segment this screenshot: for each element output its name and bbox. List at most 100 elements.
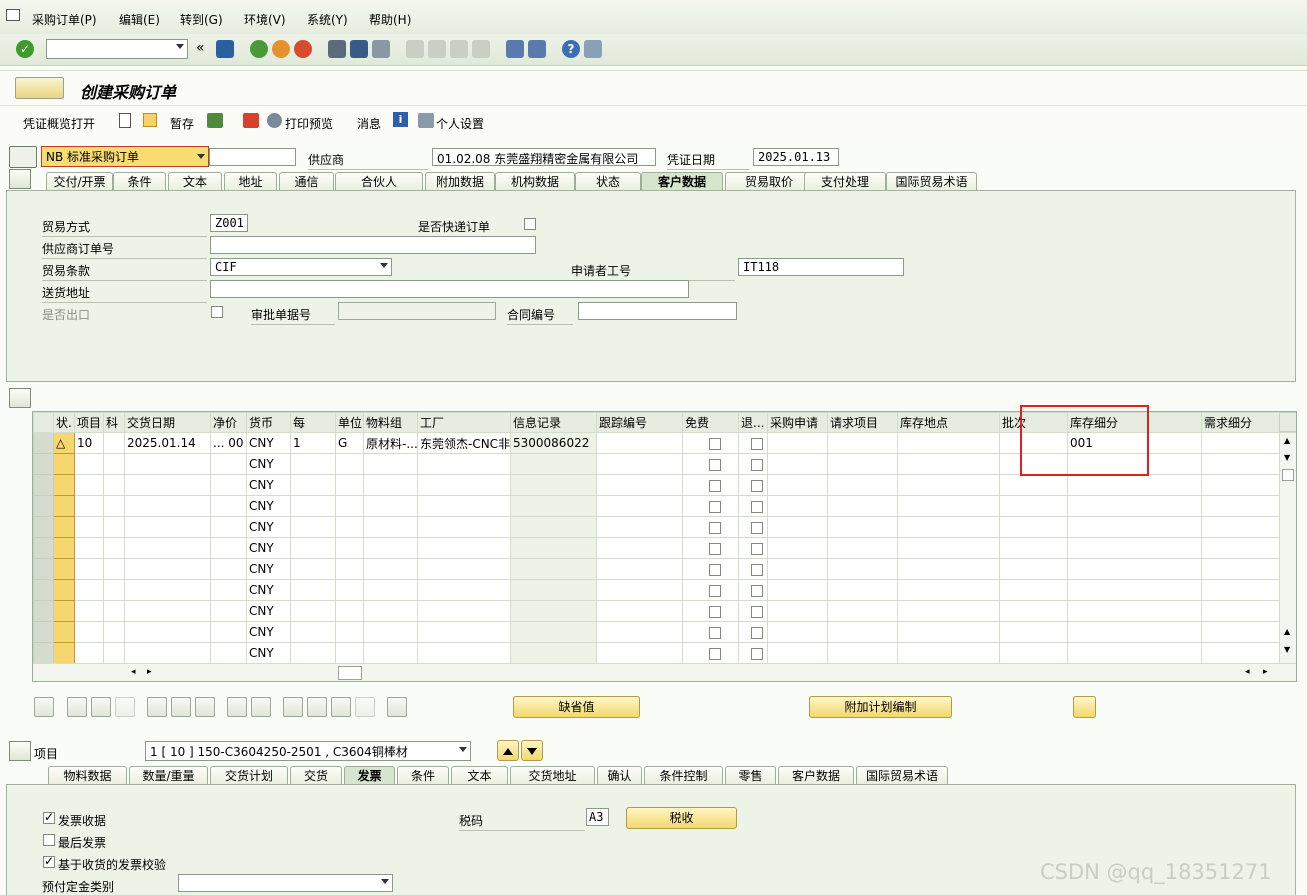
- grid-cell[interactable]: [124, 579, 211, 601]
- grid-cell[interactable]: [767, 621, 828, 643]
- settings-icon[interactable]: [387, 697, 407, 717]
- grid-cell[interactable]: [999, 537, 1068, 559]
- row-selector[interactable]: [33, 642, 54, 664]
- document-type-select[interactable]: NB 标准采购订单: [41, 146, 209, 167]
- grid-cell[interactable]: [417, 579, 511, 601]
- scroll-down-icon[interactable]: ▼: [1284, 645, 1290, 654]
- first-page-icon[interactable]: [406, 40, 424, 58]
- grid-cell[interactable]: [767, 579, 828, 601]
- document-overview-button[interactable]: 凭证概览打开: [23, 115, 95, 132]
- scroll-thumb[interactable]: [1282, 469, 1294, 481]
- free-item-checkbox[interactable]: [708, 542, 721, 555]
- grid-cell[interactable]: [596, 495, 683, 517]
- grid-cell[interactable]: CNY: [246, 453, 291, 475]
- column-header[interactable]: 工厂: [417, 412, 511, 433]
- status-cell[interactable]: △: [53, 432, 75, 454]
- grid-cell[interactable]: [290, 495, 336, 517]
- return-item-checkbox[interactable]: [751, 521, 763, 534]
- tab-header-7[interactable]: 机构数据: [495, 172, 575, 191]
- grid-cell[interactable]: 1: [290, 432, 336, 454]
- grid-cell[interactable]: [827, 495, 898, 517]
- column-header[interactable]: 请求项目: [827, 412, 898, 433]
- item-select[interactable]: 1 [ 10 ] 150-C3604250-2501 , C3604铜棒材: [145, 741, 471, 761]
- tab-item-4[interactable]: 发票: [344, 766, 395, 785]
- grid-cell[interactable]: [510, 579, 597, 601]
- tab-header-11[interactable]: 支付处理: [804, 172, 886, 191]
- grid-cell[interactable]: [999, 558, 1068, 580]
- collapse-icon[interactable]: «: [196, 40, 205, 56]
- item-details-icon[interactable]: [34, 697, 54, 717]
- status-cell[interactable]: [53, 579, 75, 601]
- return-item-checkbox[interactable]: [751, 647, 763, 660]
- grid-cell[interactable]: [74, 600, 104, 622]
- print-preview-button[interactable]: 打印预览: [285, 115, 333, 132]
- grid-cell[interactable]: [897, 537, 1000, 559]
- grid-cell[interactable]: [363, 474, 418, 496]
- exit-icon[interactable]: [272, 40, 290, 58]
- column-header[interactable]: 净价: [210, 412, 247, 433]
- back-icon[interactable]: [250, 40, 268, 58]
- grid-cell[interactable]: [767, 453, 828, 475]
- gr-based-iv-checkbox[interactable]: [43, 854, 55, 868]
- grid-cell[interactable]: [1067, 537, 1202, 559]
- vendor-field[interactable]: 01.02.08 东莞盛翔精密金属有限公司: [432, 148, 656, 166]
- grid-cell[interactable]: [596, 579, 683, 601]
- export-checkbox[interactable]: [211, 306, 223, 318]
- grid-cell[interactable]: [897, 579, 1000, 601]
- tax-button[interactable]: 税收: [626, 807, 737, 829]
- grid-cell[interactable]: [827, 579, 898, 601]
- cart-icon[interactable]: [9, 146, 37, 168]
- grid-cell[interactable]: [1067, 516, 1202, 538]
- free-item-checkbox[interactable]: [708, 437, 721, 450]
- tab-header-6[interactable]: 附加数据: [425, 172, 495, 191]
- grid-cell[interactable]: [210, 642, 247, 664]
- grid-cell[interactable]: [417, 453, 511, 475]
- grid-cell[interactable]: [1067, 600, 1202, 622]
- express-order-checkbox[interactable]: [524, 218, 536, 230]
- grid-cell[interactable]: [335, 642, 364, 664]
- row-selector[interactable]: [33, 474, 54, 496]
- tab-header-10[interactable]: 贸易取价: [725, 172, 813, 191]
- grid-cell[interactable]: [335, 516, 364, 538]
- info-icon[interactable]: i: [393, 112, 408, 127]
- grid-cell[interactable]: [74, 579, 104, 601]
- unlock-icon[interactable]: [195, 697, 215, 717]
- return-item-checkbox[interactable]: [751, 479, 763, 492]
- grid-cell[interactable]: [335, 600, 364, 622]
- tab-header-2[interactable]: 文本: [168, 172, 222, 191]
- grid-cell[interactable]: [363, 558, 418, 580]
- grid-cell[interactable]: [999, 495, 1068, 517]
- menu-edit[interactable]: 编辑(E): [119, 11, 160, 28]
- grid-cell[interactable]: [210, 600, 247, 622]
- enter-check-icon[interactable]: ✓: [16, 40, 34, 58]
- grid-cell[interactable]: [827, 558, 898, 580]
- column-header[interactable]: 信息记录: [510, 412, 597, 433]
- column-header[interactable]: 跟踪编号: [596, 412, 683, 433]
- grid-cell[interactable]: [767, 516, 828, 538]
- grid-cell[interactable]: [74, 621, 104, 643]
- grid-cell[interactable]: [999, 621, 1068, 643]
- default-values-button[interactable]: 缺省值: [513, 696, 640, 718]
- grid-cell[interactable]: 原材料-...: [363, 432, 418, 454]
- row-selector[interactable]: [33, 432, 54, 454]
- personal-settings-button[interactable]: 个人设置: [436, 115, 484, 132]
- scroll-thumb[interactable]: [338, 666, 362, 680]
- system-menu-icon[interactable]: [6, 9, 20, 21]
- grid-cell[interactable]: CNY: [246, 642, 291, 664]
- grid-cell[interactable]: [999, 600, 1068, 622]
- status-cell[interactable]: [53, 474, 75, 496]
- grid-cell[interactable]: [827, 453, 898, 475]
- grid-cell[interactable]: [510, 642, 597, 664]
- grid-cell[interactable]: [290, 558, 336, 580]
- grid-cell[interactable]: [596, 642, 683, 664]
- tab-item-5[interactable]: 条件: [397, 766, 449, 785]
- grid-cell[interactable]: [767, 432, 828, 454]
- print-icon[interactable]: [328, 40, 346, 58]
- grid-cell[interactable]: [999, 642, 1068, 664]
- tab-header-0[interactable]: 交付/开票: [46, 172, 113, 191]
- additional-planning-button[interactable]: 附加计划编制: [809, 696, 952, 718]
- save-icon[interactable]: [216, 40, 234, 58]
- grid-cell[interactable]: [417, 642, 511, 664]
- row-selector[interactable]: [33, 453, 54, 475]
- status-cell[interactable]: [53, 600, 75, 622]
